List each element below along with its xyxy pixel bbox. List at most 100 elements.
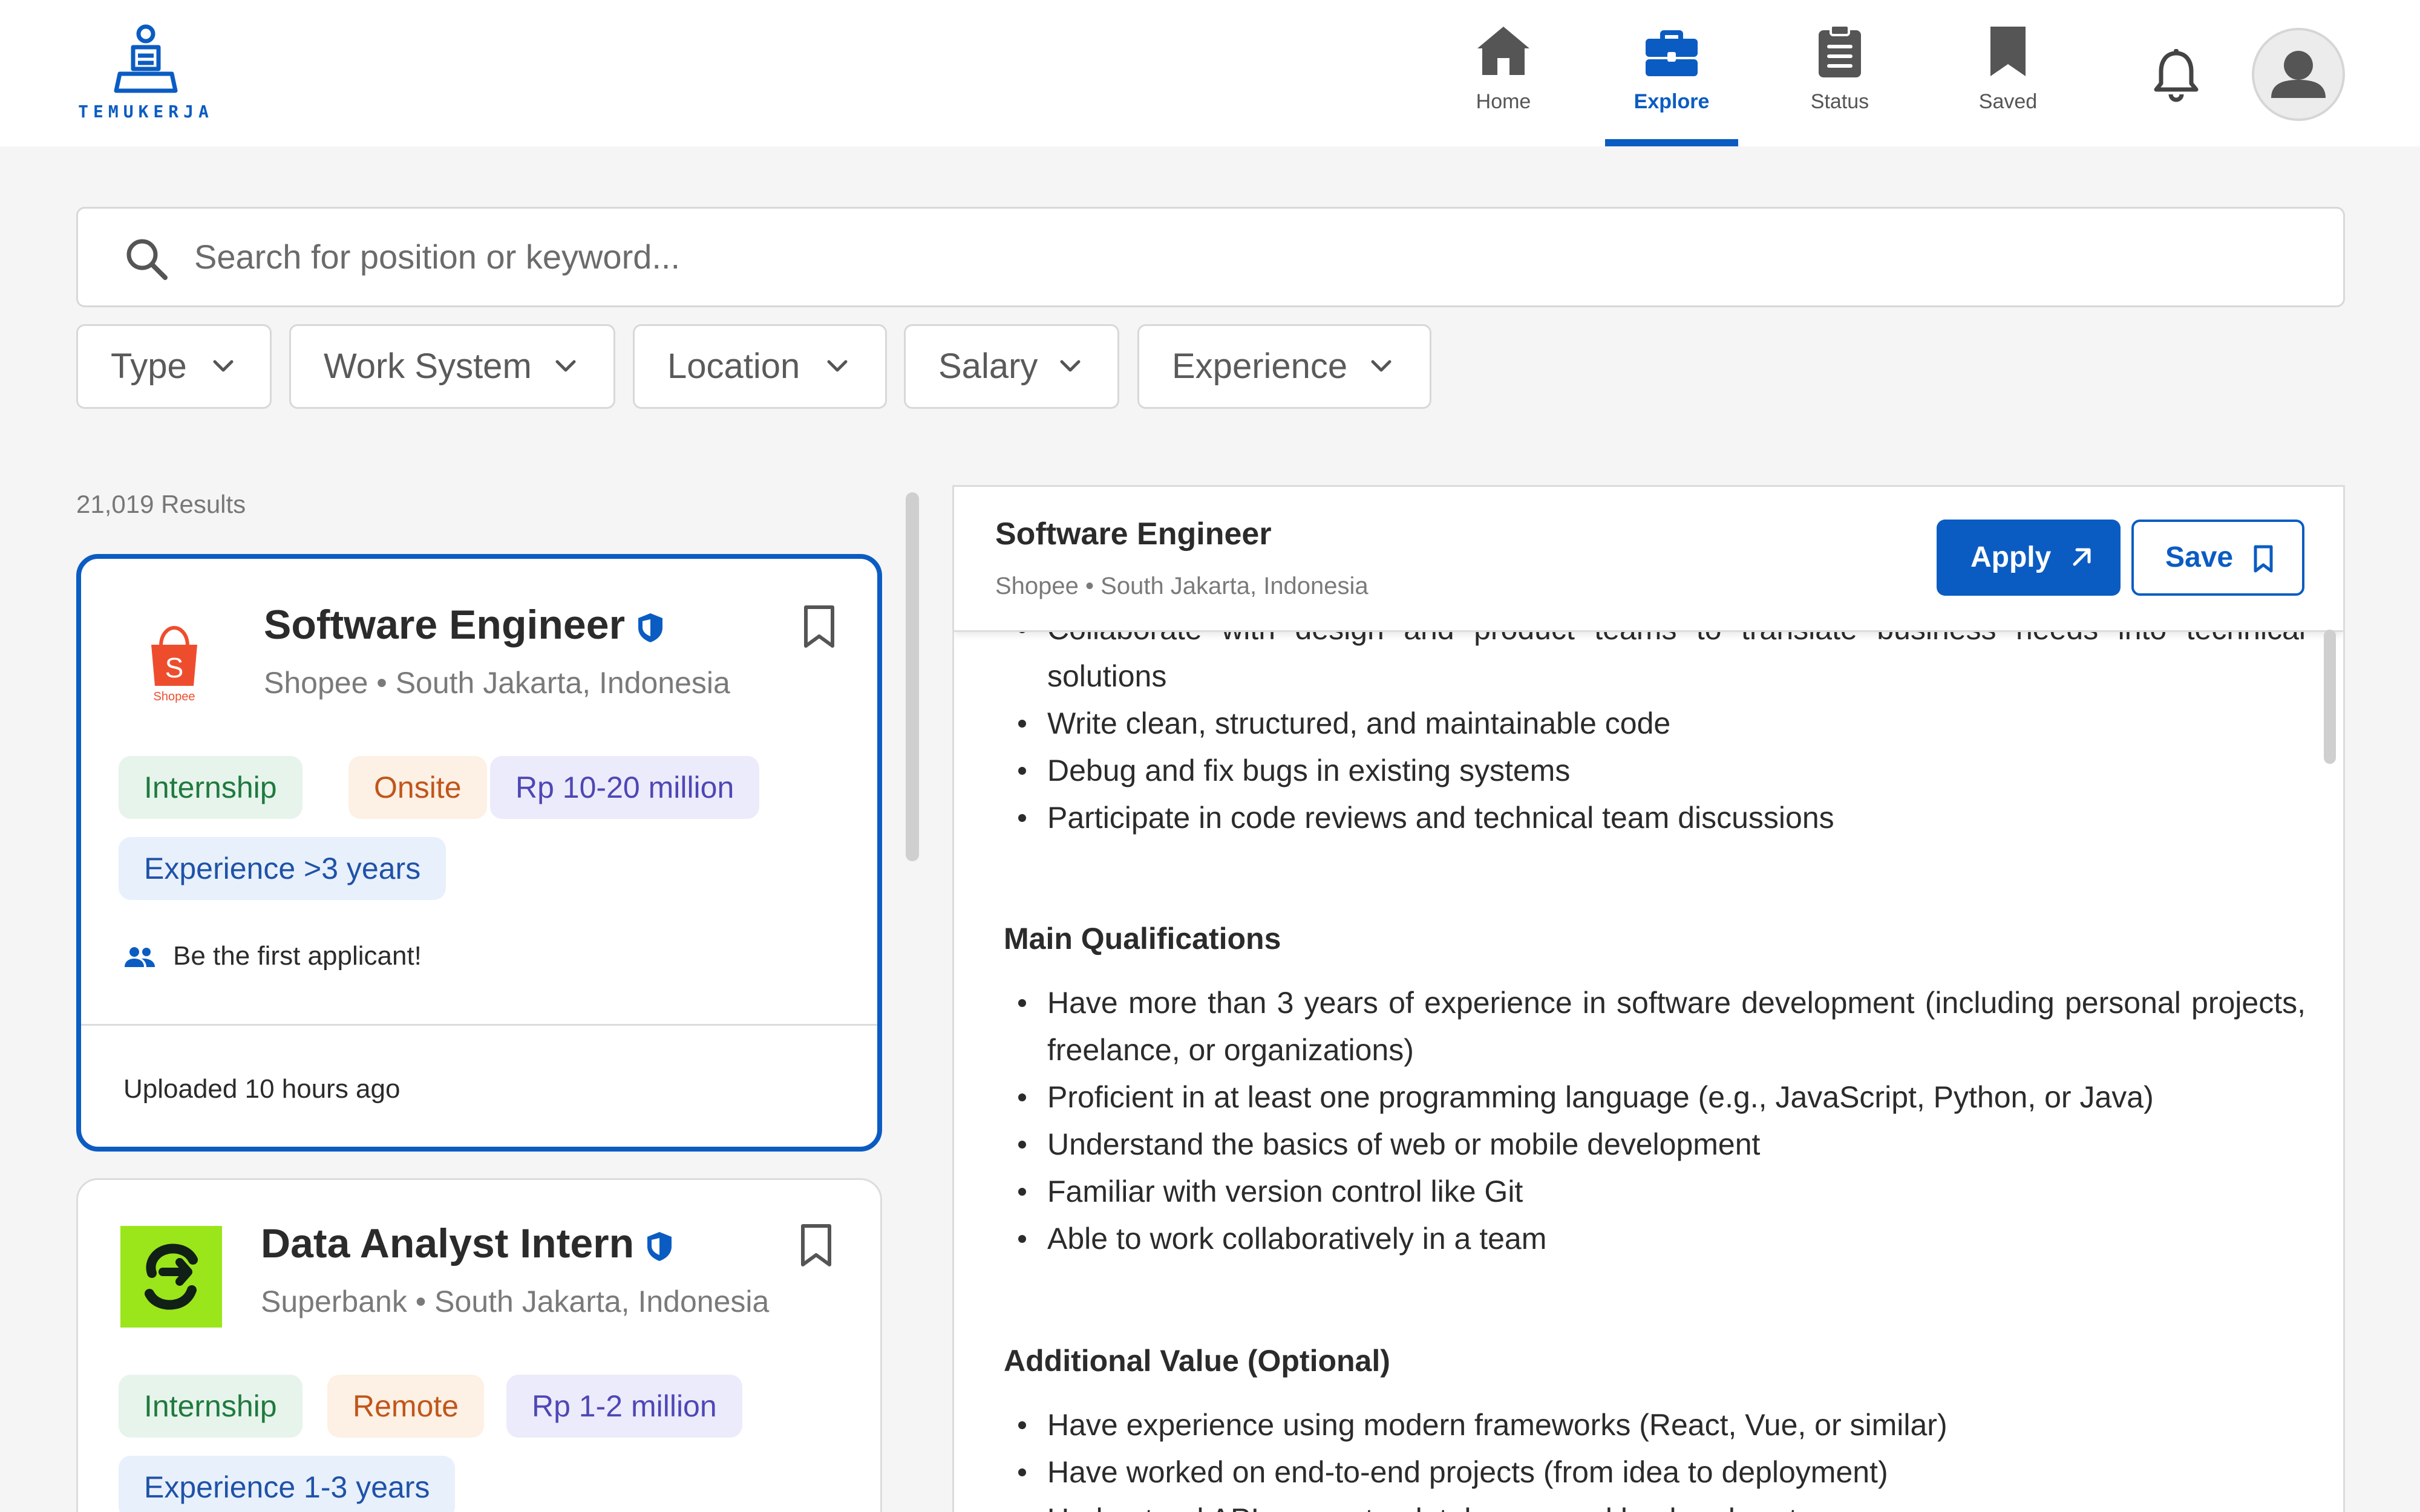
bell-icon[interactable]	[2148, 47, 2205, 104]
filter-type-label: Type	[111, 347, 187, 386]
bookmark-outline-icon[interactable]	[801, 605, 837, 648]
applicant-note-text: Be the first applicant!	[173, 941, 422, 971]
detail-location: South Jakarta, Indonesia	[1100, 573, 1369, 599]
bookmark-outline-icon	[2254, 545, 2273, 573]
nav-home[interactable]: Home	[1437, 21, 1570, 146]
logo-text: TEMUKERJA	[78, 102, 214, 122]
briefcase-icon	[1646, 30, 1698, 76]
job-company: Superbank	[261, 1285, 407, 1318]
filter-location-label: Location	[667, 347, 800, 386]
nav-saved-label: Saved	[1978, 90, 2038, 113]
svg-text:S: S	[165, 652, 184, 683]
qualifications-heading: Main Qualifications	[1004, 922, 1281, 956]
tag-experience: Experience >3 years	[119, 837, 446, 900]
filter-location[interactable]: Location	[633, 324, 887, 409]
verified-shield-icon	[638, 613, 663, 643]
job-detail-panel: Software Engineer Shopee • South Jakarta…	[952, 485, 2345, 1512]
temukerja-logo[interactable]: TEMUKERJA	[76, 23, 215, 126]
tag-salary: Rp 10-20 million	[490, 756, 760, 819]
apply-button-label: Apply	[1970, 541, 2052, 573]
external-link-arrow-icon	[2073, 548, 2091, 566]
chevron-down-icon	[827, 360, 848, 372]
nav-explore[interactable]: Explore	[1605, 21, 1738, 146]
profile-avatar[interactable]	[2252, 28, 2345, 121]
filter-salary-label: Salary	[938, 347, 1038, 386]
search-icon	[126, 239, 168, 280]
job-title[interactable]: Software Engineer	[264, 601, 665, 648]
search-bar[interactable]: Search for position or keyword...	[76, 207, 2345, 307]
filter-experience[interactable]: Experience	[1137, 324, 1431, 409]
shopee-logo-caption: Shopee	[154, 690, 195, 703]
card-divider	[81, 1024, 877, 1026]
people-icon	[125, 947, 155, 968]
job-title[interactable]: Data Analyst Intern	[261, 1220, 674, 1267]
list-item: Have experience using modern frameworks …	[1018, 1401, 2306, 1448]
list-item: Debug and fix bugs in existing systems	[1018, 747, 2306, 794]
tag-job-type: Internship	[119, 756, 302, 819]
tag-work-system: Remote	[327, 1375, 485, 1438]
search-input[interactable]: Search for position or keyword...	[194, 209, 680, 305]
job-card[interactable]: S Shopee Software Engineer Shopee • Sout…	[76, 554, 882, 1152]
list-item: Write clean, structured, and maintainabl…	[1018, 700, 2306, 747]
filter-type[interactable]: Type	[76, 324, 272, 409]
nav-home-label: Home	[1476, 90, 1531, 113]
chevron-down-icon	[1371, 360, 1392, 372]
logo-icon	[114, 24, 178, 93]
job-location: South Jakarta, Indonesia	[395, 666, 730, 700]
applicant-note: Be the first applicant!	[123, 941, 422, 971]
additional-list: Have experience using modern frameworks …	[1018, 1401, 2306, 1512]
list-item: Familiar with version control like Git	[1018, 1168, 2306, 1215]
save-button-label: Save	[2165, 541, 2234, 573]
nav-active-indicator	[1605, 139, 1738, 146]
list-item: Have more than 3 years of experience in …	[1018, 979, 2306, 1074]
filter-experience-label: Experience	[1172, 347, 1348, 386]
detail-company: Shopee	[995, 573, 1079, 599]
save-button[interactable]: Save	[2131, 520, 2304, 596]
job-company-location: Shopee • South Jakarta, Indonesia	[264, 666, 730, 700]
detail-company-location: Shopee • South Jakarta, Indonesia	[995, 573, 1369, 599]
verified-shield-icon	[647, 1232, 672, 1262]
responsibilities-list: Collaborate with design and product team…	[1018, 605, 2306, 841]
superbank-logo	[120, 1226, 222, 1328]
nav-status-label: Status	[1810, 90, 1869, 113]
job-title-text: Data Analyst Intern	[261, 1220, 635, 1266]
job-location: South Jakarta, Indonesia	[434, 1285, 770, 1318]
job-card[interactable]: Data Analyst Intern Superbank • South Ja…	[76, 1178, 882, 1512]
user-avatar-icon	[2271, 51, 2326, 98]
upload-time: Uploaded 10 hours ago	[123, 1074, 401, 1104]
bookmark-outline-icon[interactable]	[798, 1224, 834, 1267]
tag-job-type: Internship	[119, 1375, 302, 1438]
bookmark-icon	[1990, 27, 2026, 76]
tag-work-system: Onsite	[348, 756, 487, 819]
list-item: Proficient in at least one programming l…	[1018, 1074, 2306, 1121]
nav-status[interactable]: Status	[1773, 21, 1906, 146]
filter-salary[interactable]: Salary	[904, 324, 1119, 409]
clipboard-icon	[1819, 24, 1861, 77]
nav-explore-label: Explore	[1634, 90, 1710, 113]
job-detail-header: Software Engineer Shopee • South Jakarta…	[954, 487, 2343, 632]
job-company: Shopee	[264, 666, 368, 700]
detail-title: Software Engineer	[995, 516, 1272, 552]
nav-saved[interactable]: Saved	[1941, 21, 2075, 146]
tag-salary: Rp 1-2 million	[506, 1375, 742, 1438]
results-scrollbar[interactable]	[906, 492, 919, 861]
apply-button[interactable]: Apply	[1937, 520, 2121, 596]
filter-work-system[interactable]: Work System	[289, 324, 615, 409]
qualifications-list: Have more than 3 years of experience in …	[1018, 979, 2306, 1262]
tag-experience: Experience 1-3 years	[119, 1456, 456, 1512]
chevron-down-icon	[1060, 360, 1081, 372]
list-item: Participate in code reviews and technica…	[1018, 794, 2306, 841]
shopee-logo: S Shopee	[151, 625, 197, 703]
list-item: Understand the basics of web or mobile d…	[1018, 1121, 2306, 1168]
job-company-location: Superbank • South Jakarta, Indonesia	[261, 1285, 770, 1318]
list-item: Have worked on end-to-end projects (from…	[1018, 1448, 2306, 1496]
results-count: 21,019 Results	[76, 490, 246, 518]
job-title-text: Software Engineer	[264, 602, 626, 648]
top-navigation-bar: TEMUKERJA Home Explore Status Saved	[0, 0, 2420, 146]
chevron-down-icon	[213, 360, 234, 372]
home-icon	[1477, 27, 1529, 75]
detail-scrollbar[interactable]	[2324, 630, 2336, 764]
list-item: Understand API concepts, databases, and …	[1047, 1496, 2306, 1512]
additional-heading: Additional Value (Optional)	[1004, 1344, 1390, 1378]
list-item: Able to work collaboratively in a team	[1018, 1215, 2306, 1262]
